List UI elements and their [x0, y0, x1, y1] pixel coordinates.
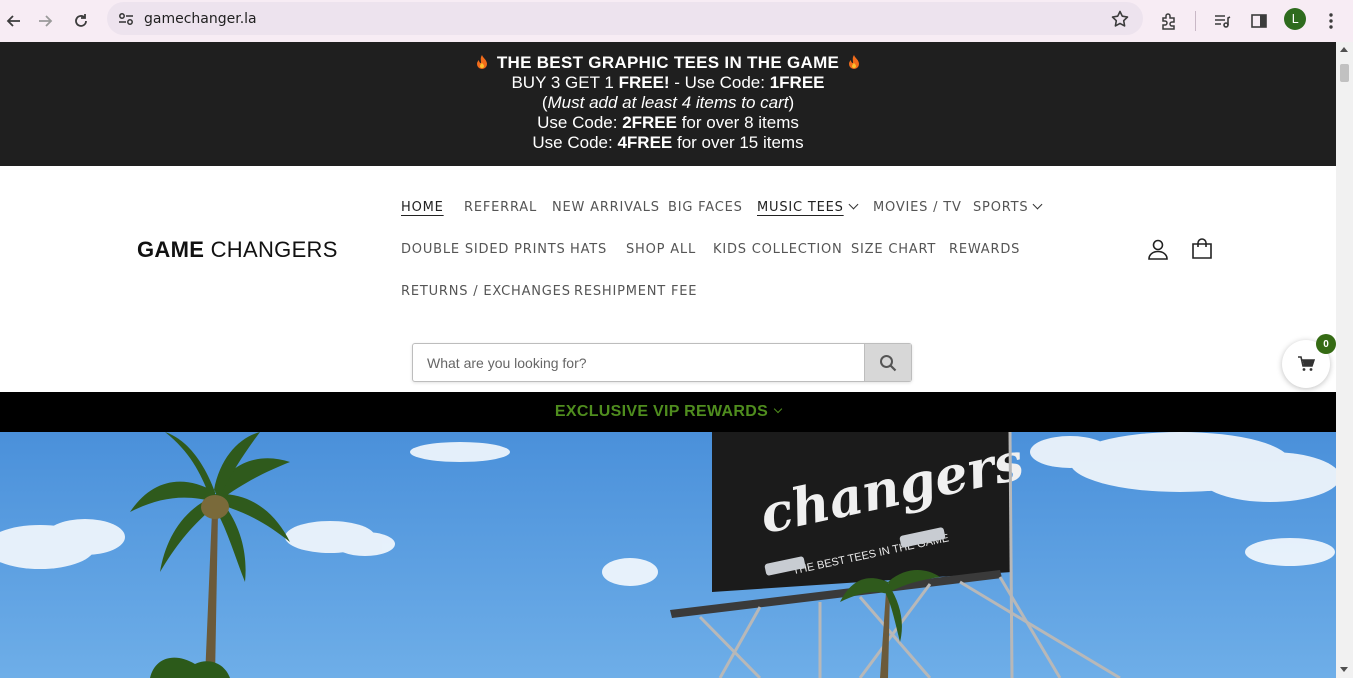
cart-count-badge: 0 [1316, 334, 1336, 354]
more-vert-icon[interactable] [1317, 7, 1345, 35]
logo-bold: GAME [137, 237, 205, 262]
promo-code: 4FREE [617, 133, 673, 152]
reload-icon[interactable] [67, 7, 95, 35]
cart-bag-icon[interactable] [1189, 236, 1215, 262]
chevron-down-icon [773, 404, 783, 414]
promo-code: 1FREE [769, 73, 825, 92]
scroll-down-icon[interactable] [1340, 667, 1348, 672]
fire-icon [847, 54, 861, 70]
promo-text: Use Code: [532, 133, 618, 152]
chevron-down-icon [848, 199, 859, 210]
promo-code: 2FREE [622, 113, 677, 132]
site-info-icon[interactable] [115, 8, 137, 30]
nav-big-faces[interactable]: BIG FACES [668, 200, 743, 215]
fire-icon [475, 54, 489, 70]
promo-note: Must add at least 4 items to cart [547, 93, 789, 112]
search-icon [880, 354, 897, 371]
site-logo[interactable]: GAME CHANGERS [137, 237, 338, 263]
logo-rest: CHANGERS [204, 237, 338, 262]
nav-referral[interactable]: REFERRAL [464, 200, 537, 215]
search-button[interactable] [864, 344, 911, 381]
nav-shop-all[interactable]: SHOP ALL [626, 242, 696, 257]
toolbar-divider [1195, 11, 1196, 31]
paren: ) [788, 93, 795, 112]
page-viewport: THE BEST GRAPHIC TEES IN THE GAME BUY 3 … [0, 42, 1336, 678]
promo-line-3: Use Code: 2FREE for over 8 items [0, 113, 1336, 133]
nav-double-sided[interactable]: DOUBLE SIDED PRINTS [401, 242, 566, 257]
account-icon[interactable] [1145, 236, 1171, 262]
side-panel-icon[interactable] [1245, 7, 1273, 35]
search-bar [412, 343, 912, 382]
headline-text: THE BEST GRAPHIC TEES IN THE GAME [496, 53, 840, 72]
promo-line-2: (Must add at least 4 items to cart) [0, 93, 1336, 113]
vip-rewards-label: EXCLUSIVE VIP REWARDS [554, 403, 769, 420]
nav-music-tees-label: MUSIC TEES [757, 200, 844, 215]
vip-rewards-bar[interactable]: EXCLUSIVE VIP REWARDS [0, 392, 1336, 432]
promo-line-1: BUY 3 GET 1 FREE! - Use Code: 1FREE [0, 73, 1336, 93]
page-scrollbar[interactable] [1336, 42, 1353, 678]
nav-movies-tv[interactable]: MOVIES / TV [873, 200, 962, 215]
nav-new-arrivals[interactable]: NEW ARRIVALS [552, 200, 660, 215]
chevron-down-icon [1032, 199, 1043, 210]
promo-line-4: Use Code: 4FREE for over 15 items [0, 133, 1336, 153]
browser-toolbar: gamechanger.la L [0, 0, 1353, 42]
floating-cart-button[interactable]: 0 [1282, 334, 1336, 388]
nav-rewards[interactable]: REWARDS [949, 242, 1020, 257]
url-text[interactable]: gamechanger.la [144, 11, 257, 27]
promo-free: FREE! [618, 73, 670, 92]
promo-text: BUY 3 GET 1 [511, 73, 619, 92]
nav-hats[interactable]: HATS [570, 242, 607, 257]
search-input[interactable] [413, 344, 865, 381]
address-bar[interactable]: gamechanger.la [107, 2, 1143, 35]
promo-text: Use Code: [537, 113, 623, 132]
forward-arrow-icon[interactable] [31, 7, 59, 35]
nav-music-tees[interactable]: MUSIC TEES [757, 199, 859, 215]
scrollbar-thumb[interactable] [1340, 64, 1349, 82]
media-queue-icon[interactable] [1208, 7, 1236, 35]
nav-returns[interactable]: RETURNS / EXCHANGES [401, 284, 571, 299]
extensions-icon[interactable] [1155, 7, 1183, 35]
nav-reshipment[interactable]: RESHIPMENT FEE [574, 284, 697, 299]
bookmark-star-icon[interactable] [1109, 8, 1131, 30]
hero-billboard-image: changers THE BEST TEES IN THE GAME [0, 432, 1336, 678]
announcement-headline: THE BEST GRAPHIC TEES IN THE GAME [0, 53, 1336, 73]
nav-home[interactable]: HOME [401, 200, 444, 215]
hero-banner[interactable]: changers THE BEST TEES IN THE GAME [0, 432, 1336, 678]
nav-size-chart[interactable]: SIZE CHART [851, 242, 936, 257]
scroll-up-icon[interactable] [1340, 47, 1348, 52]
profile-avatar[interactable]: L [1284, 8, 1306, 30]
promo-text: - Use Code: [669, 73, 770, 92]
nav-kids[interactable]: KIDS COLLECTION [713, 242, 843, 257]
announcement-bar: THE BEST GRAPHIC TEES IN THE GAME BUY 3 … [0, 42, 1336, 166]
nav-sports[interactable]: SPORTS [973, 199, 1043, 215]
promo-text: for over 8 items [676, 113, 799, 132]
nav-sports-label: SPORTS [973, 200, 1029, 215]
back-arrow-icon[interactable] [0, 7, 28, 35]
shopping-cart-icon [1298, 356, 1315, 371]
promo-text: for over 15 items [672, 133, 804, 152]
